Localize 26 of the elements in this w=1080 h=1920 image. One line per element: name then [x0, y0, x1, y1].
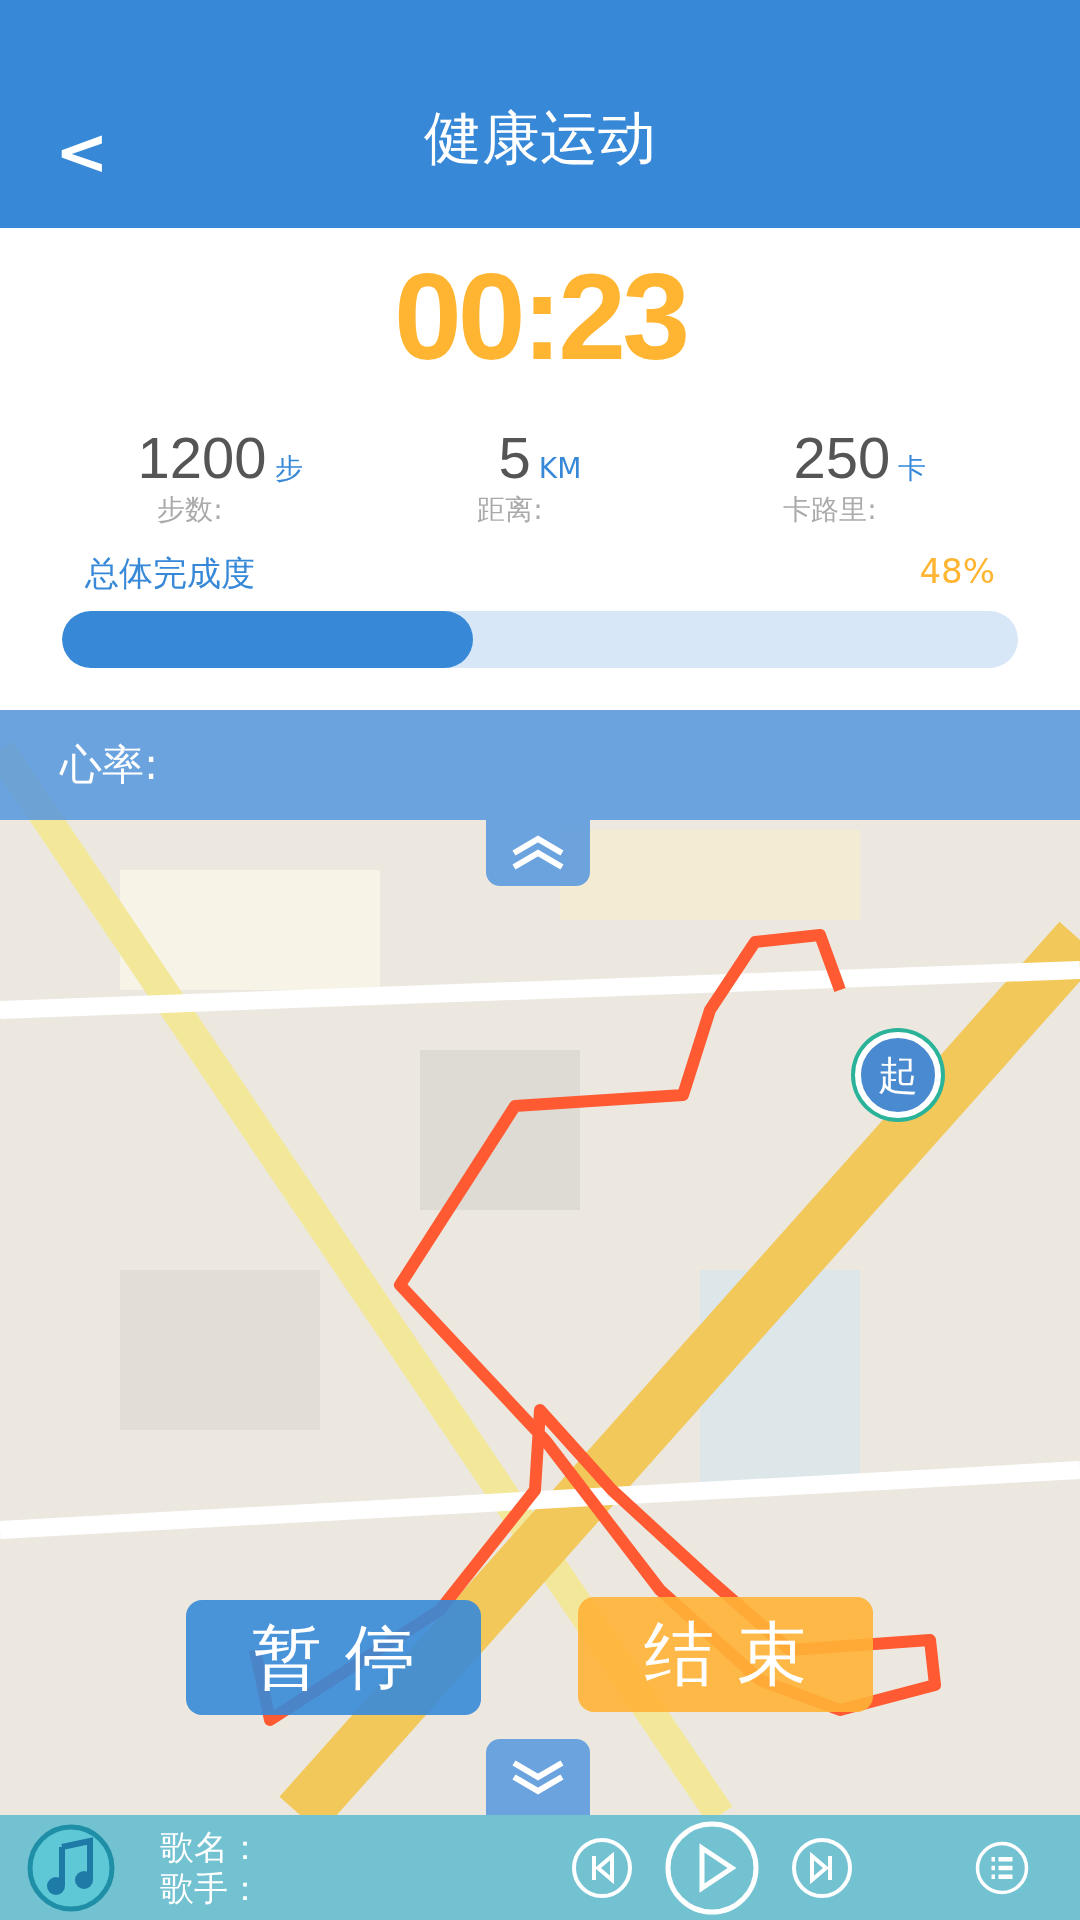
- song-name-label: 歌名：: [160, 1826, 263, 1868]
- timer: 00:23: [394, 250, 686, 385]
- collapse-down-button[interactable]: [486, 1739, 590, 1815]
- stat-label: 距离:: [477, 492, 543, 529]
- artist-label: 歌手：: [160, 1867, 263, 1909]
- progress-label: 总体完成度: [85, 552, 255, 596]
- page-title: 健康运动: [424, 103, 656, 174]
- heart-rate-label: 心率:: [60, 739, 159, 791]
- stat-label: 步数:: [157, 492, 223, 529]
- progress-reading: 48%: [919, 551, 995, 594]
- play-icon[interactable]: [664, 1819, 760, 1916]
- previous-icon[interactable]: [570, 1835, 634, 1900]
- stat-label: 卡路里:: [783, 492, 877, 529]
- stat-value: 1200: [137, 424, 267, 492]
- stat-unit: KM: [538, 452, 582, 486]
- stat-value: 250: [793, 424, 891, 492]
- back-button[interactable]: <: [55, 120, 109, 184]
- stat-value: 5: [498, 424, 531, 492]
- playlist-icon[interactable]: [974, 1839, 1030, 1896]
- next-icon[interactable]: [790, 1835, 854, 1900]
- stat-unit: 步: [274, 451, 303, 488]
- pause-button[interactable]: 暂 停: [186, 1600, 481, 1715]
- expand-up-button[interactable]: [486, 820, 590, 886]
- music-note-icon[interactable]: [26, 1822, 116, 1913]
- stat-unit: 卡: [898, 451, 927, 488]
- end-button[interactable]: 结 束: [578, 1597, 873, 1712]
